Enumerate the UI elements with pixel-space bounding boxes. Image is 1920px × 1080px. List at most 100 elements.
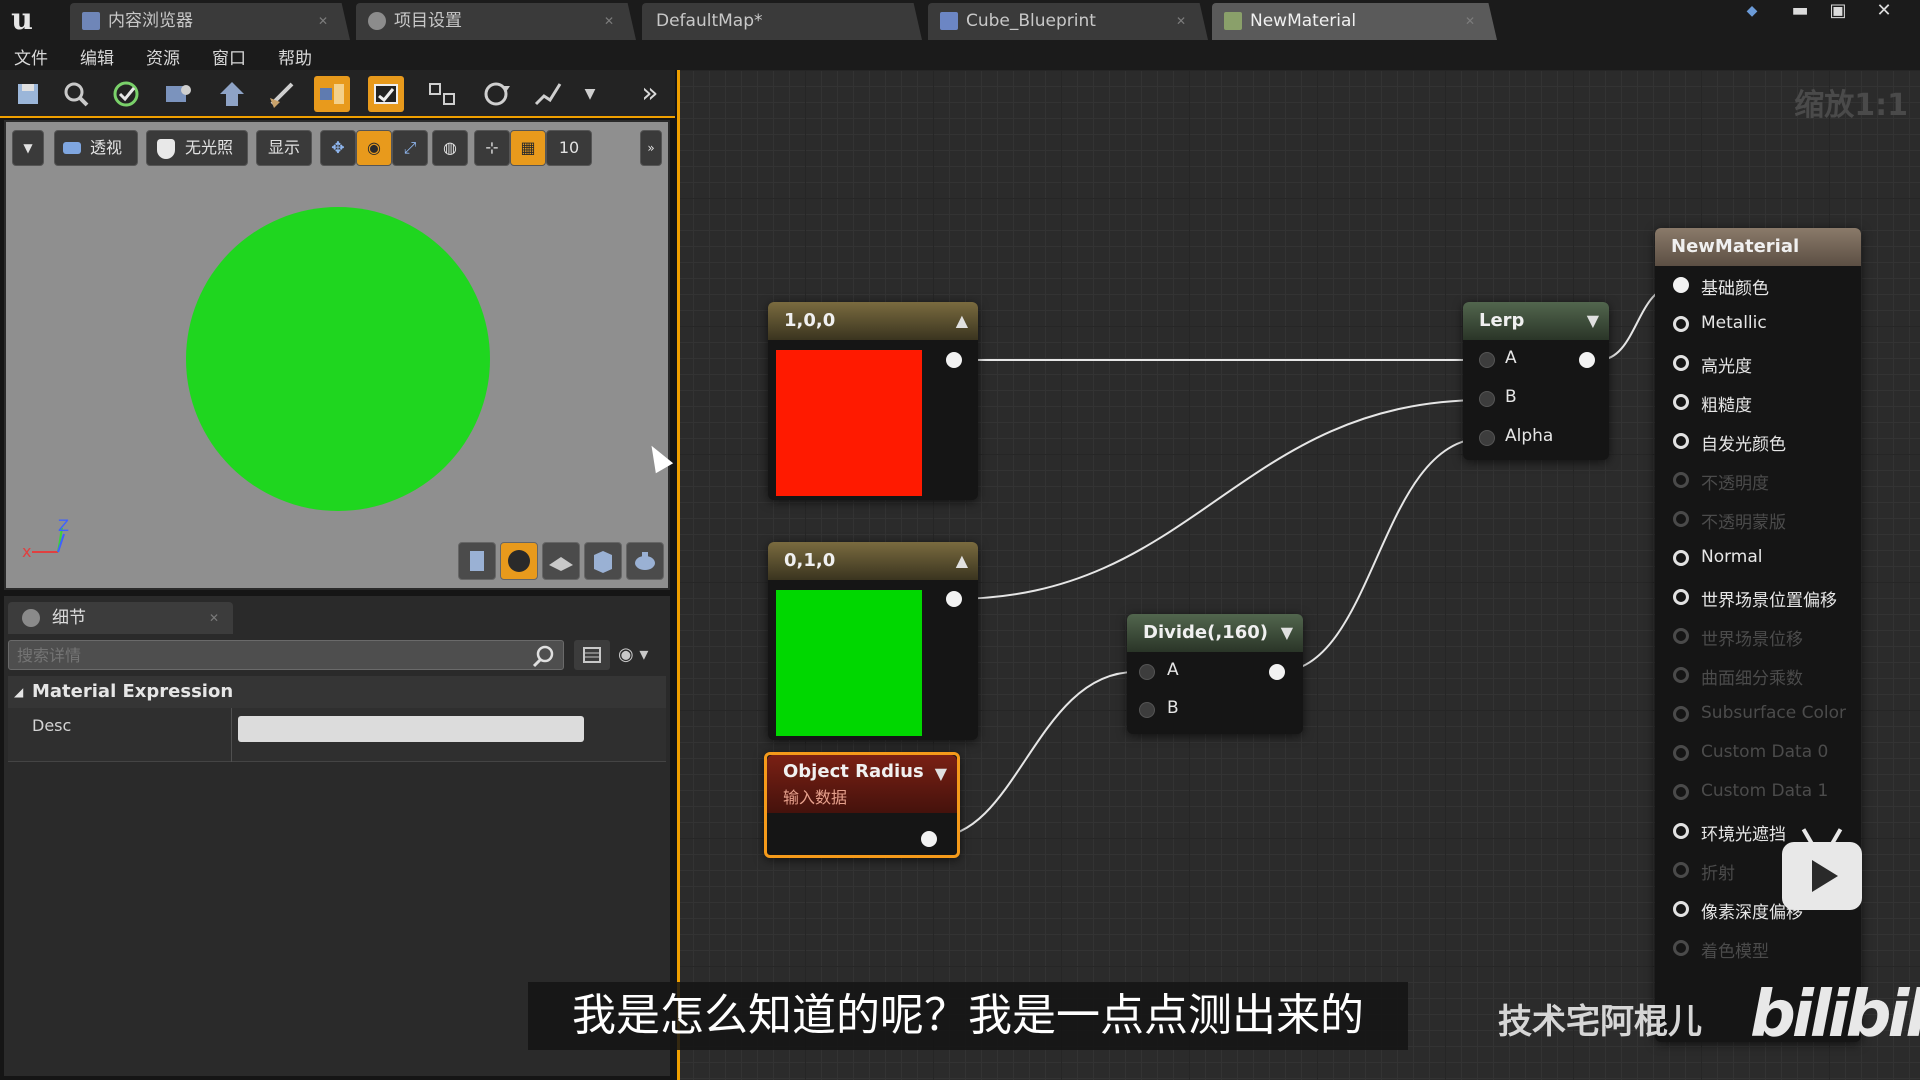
node-lerp[interactable]: Lerp ▼ A B Alpha (1463, 302, 1609, 460)
browse-icon[interactable] (58, 76, 94, 112)
desc-input[interactable] (238, 716, 584, 742)
viewport-options-button[interactable]: ▼ (12, 130, 44, 166)
world-local-icon[interactable]: ◍ (432, 130, 468, 166)
details-tab[interactable]: 细节 ✕ (8, 602, 233, 634)
home-icon[interactable] (214, 76, 250, 112)
viewport-expand-icon[interactable]: » (640, 130, 662, 166)
sphere-preview-icon[interactable] (500, 542, 538, 580)
node-header[interactable]: Object Radius 输入数据 ▼ (767, 755, 957, 813)
input-pin-b[interactable] (1479, 391, 1495, 407)
minimize-button[interactable]: ▬ (1782, 0, 1818, 24)
live-nodes-icon[interactable] (424, 76, 460, 112)
property-matrix-icon[interactable] (574, 640, 610, 670)
grid-snap-value[interactable]: 10 (546, 130, 592, 166)
collapse-arrow-icon[interactable]: ◢ (14, 676, 23, 708)
input-pin-alpha[interactable] (1479, 430, 1495, 446)
tab-project-settings[interactable]: 项目设置 ✕ (356, 3, 636, 40)
input-pin[interactable] (1673, 355, 1689, 371)
material-graph[interactable]: 缩放1:1 1,0,0 ▲ 0,1,0 ▲ Object Radius 输入数据… (677, 70, 1920, 1080)
connectors-icon[interactable] (314, 76, 350, 112)
input-pin[interactable] (1673, 823, 1689, 839)
input-pin[interactable] (1673, 433, 1689, 449)
node-header[interactable]: Divide(,160) ▼ (1127, 614, 1303, 652)
search-details-input[interactable] (8, 640, 564, 670)
material-expression-section[interactable]: ◢ Material Expression (8, 676, 666, 708)
collapse-up-icon[interactable]: ▲ (956, 302, 968, 340)
search-node-icon[interactable] (160, 76, 196, 112)
close-icon[interactable]: ✕ (318, 3, 328, 39)
cylinder-preview-icon[interactable] (458, 542, 496, 580)
menu-window[interactable]: 窗口 (212, 44, 246, 69)
scale-icon[interactable]: ⤢ (392, 130, 428, 166)
input-pin[interactable] (1673, 550, 1689, 566)
wire-divide-to-lerp-alpha[interactable] (1276, 437, 1486, 673)
stats-icon[interactable] (530, 76, 566, 112)
search-icon[interactable] (532, 644, 556, 668)
input-pin[interactable] (1673, 277, 1689, 293)
close-icon[interactable]: ✕ (604, 3, 614, 39)
surface-snap-icon[interactable]: ⊹ (474, 130, 510, 166)
collapse-down-icon[interactable]: ▼ (1281, 614, 1293, 652)
chevron-down-icon[interactable]: ▼ (578, 76, 602, 112)
teapot-preview-icon[interactable] (626, 542, 664, 580)
apply-icon[interactable] (108, 76, 144, 112)
translate-icon[interactable]: ✥ (320, 130, 356, 166)
input-pin-a[interactable] (1139, 664, 1155, 680)
output-pin[interactable] (1579, 352, 1595, 368)
eye-icon[interactable]: ◉ ▾ (618, 640, 666, 670)
tab-new-material[interactable]: NewMaterial ✕ (1212, 3, 1497, 40)
clean-up-icon[interactable] (264, 76, 300, 112)
node-header[interactable]: NewMaterial (1655, 228, 1861, 266)
tab-content-browser[interactable]: 内容浏览器 ✕ (70, 3, 350, 40)
play-icon[interactable] (1782, 828, 1862, 910)
output-pin[interactable] (946, 352, 962, 368)
node-object-radius[interactable]: Object Radius 输入数据 ▼ (764, 752, 960, 858)
tab-cube-blueprint[interactable]: Cube_Blueprint ✕ (928, 3, 1208, 40)
rotate-icon[interactable]: ◉ (356, 130, 392, 166)
close-icon[interactable]: ✕ (1176, 3, 1186, 39)
live-update-icon[interactable] (478, 76, 514, 112)
menu-help[interactable]: 帮助 (278, 44, 312, 69)
collapse-down-icon[interactable]: ▼ (935, 761, 947, 787)
plane-preview-icon[interactable] (542, 542, 580, 580)
input-pin-b[interactable] (1139, 702, 1155, 718)
node-material-result[interactable]: NewMaterial 基础颜色 Metallic 高光度 粗糙度 自发光颜色 不透明度不… (1655, 228, 1861, 1042)
node-header[interactable]: Lerp ▼ (1463, 302, 1609, 340)
material-preview-viewport[interactable]: ▼ 透视 无光照 显示 ✥ ◉ ⤢ ◍ ⊹ ▦ 10 » Z x (4, 120, 670, 590)
perspective-button[interactable]: 透视 (54, 130, 138, 166)
show-button[interactable]: 显示 (256, 130, 312, 166)
input-pin[interactable] (1673, 901, 1689, 917)
input-pin[interactable] (1673, 589, 1689, 605)
unlit-button[interactable]: 无光照 (146, 130, 248, 166)
node-header[interactable]: 1,0,0 ▲ (768, 302, 978, 340)
node-constant-red[interactable]: 1,0,0 ▲ (768, 302, 978, 500)
cube-preview-icon[interactable] (584, 542, 622, 580)
close-icon[interactable]: ✕ (1465, 3, 1475, 39)
feedback-icon[interactable]: ◆ (1734, 0, 1770, 24)
maximize-button[interactable]: ▣ (1820, 0, 1856, 24)
input-label: Subsurface Color (1701, 703, 1846, 723)
output-pin[interactable] (921, 831, 937, 847)
node-header[interactable]: 0,1,0 ▲ (768, 542, 978, 580)
menu-file[interactable]: 文件 (14, 44, 48, 69)
input-pin[interactable] (1673, 394, 1689, 410)
expand-toolbar-icon[interactable]: » (632, 76, 668, 112)
menu-asset[interactable]: 资源 (146, 44, 180, 69)
close-icon[interactable]: ✕ (209, 602, 219, 634)
grid-snap-icon[interactable]: ▦ (510, 130, 546, 166)
input-pin-a[interactable] (1479, 352, 1495, 368)
input-pin[interactable] (1673, 316, 1689, 332)
property-divider[interactable] (231, 708, 232, 762)
input-label: Custom Data 1 (1701, 781, 1829, 801)
node-divide[interactable]: Divide(,160) ▼ A B (1127, 614, 1303, 734)
output-pin[interactable] (1269, 664, 1285, 680)
tab-default-map[interactable]: DefaultMap* (642, 3, 922, 40)
close-window-button[interactable]: ✕ (1866, 0, 1902, 24)
menu-edit[interactable]: 编辑 (80, 44, 114, 69)
save-icon[interactable] (10, 76, 46, 112)
live-preview-icon[interactable] (368, 76, 404, 112)
collapse-down-icon[interactable]: ▼ (1587, 302, 1599, 340)
node-constant-green[interactable]: 0,1,0 ▲ (768, 542, 978, 740)
collapse-up-icon[interactable]: ▲ (956, 542, 968, 580)
output-pin[interactable] (946, 591, 962, 607)
